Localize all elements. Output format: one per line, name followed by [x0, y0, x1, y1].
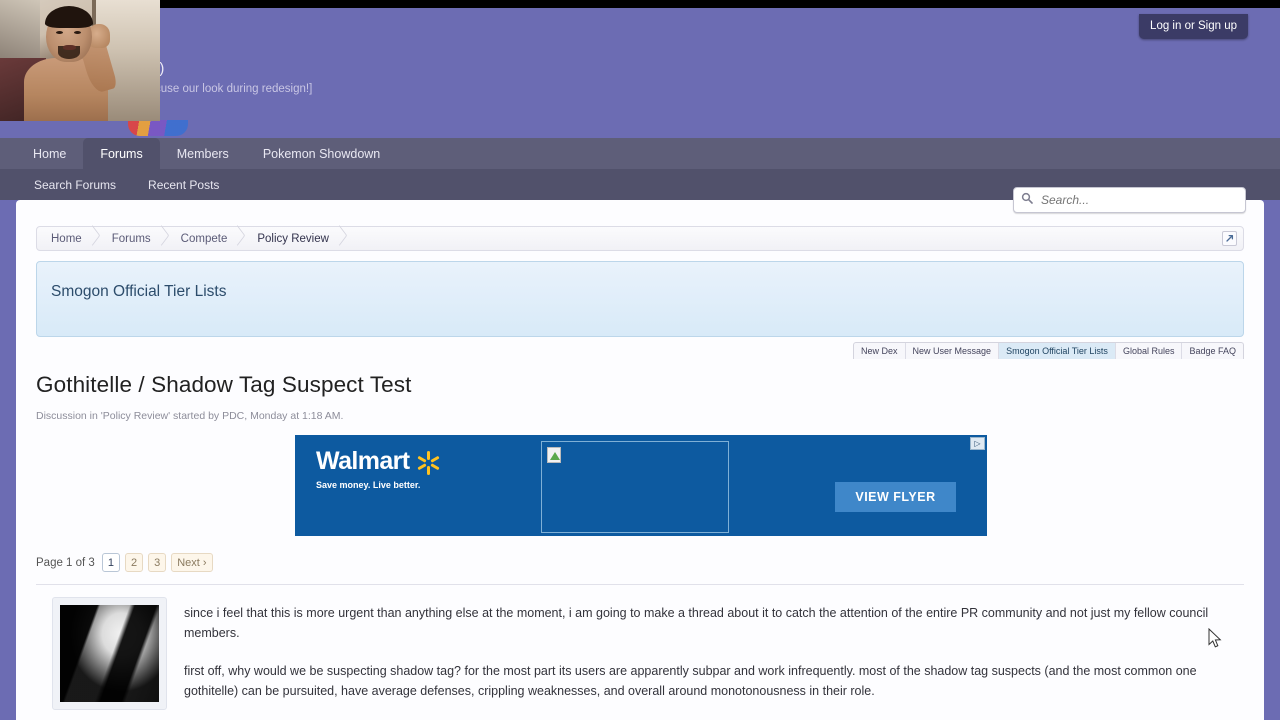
- avatar[interactable]: [52, 597, 167, 710]
- post-divider: [36, 584, 1244, 585]
- pagination-label: Page 1 of 3: [36, 556, 95, 569]
- breadcrumb-item-home[interactable]: Home: [37, 227, 98, 250]
- pagination-next-button[interactable]: Next ›: [171, 553, 213, 572]
- notice-title: Smogon Official Tier Lists: [51, 283, 227, 300]
- pagination: Page 1 of 3 1 2 3 Next ›: [36, 553, 218, 572]
- notice-tab-new-dex[interactable]: New Dex: [854, 343, 906, 359]
- subnav-item-search-forums[interactable]: Search Forums: [16, 178, 130, 192]
- post-paragraph-1: since i feel that this is more urgent th…: [184, 606, 1209, 640]
- breadcrumb-item-policy-review[interactable]: Policy Review: [243, 227, 345, 250]
- webcam-ceiling: [0, 0, 40, 60]
- main-navigation-bar: Home Forums Members Pokemon Showdown: [0, 138, 1280, 169]
- ad-choices-icon[interactable]: ▷: [970, 437, 985, 450]
- advertisement-banner[interactable]: Walmart Save money. Live better. VIEW FL…: [295, 435, 987, 536]
- notice-tab-strip: New Dex New User Message Smogon Official…: [853, 342, 1244, 359]
- post-paragraph-2: first off, why would we be suspecting sh…: [184, 664, 1197, 698]
- post-message-body: since i feel that this is more urgent th…: [184, 603, 1244, 719]
- view-flyer-button[interactable]: VIEW FLYER: [835, 482, 956, 512]
- smogon-logo[interactable]: [128, 120, 188, 136]
- notice-tab-global-rules[interactable]: Global Rules: [1116, 343, 1183, 359]
- avatar-image: [60, 605, 159, 702]
- walmart-logo: Walmart: [316, 449, 442, 476]
- nav-tab-forums[interactable]: Forums: [83, 138, 160, 169]
- pagination-page-1[interactable]: 1: [101, 553, 120, 572]
- pagination-page-3[interactable]: 3: [148, 553, 167, 572]
- notice-tab-smogon-official-tier-lists[interactable]: Smogon Official Tier Lists: [999, 343, 1116, 359]
- page-content-area: Home Forums Compete Policy Review Smogon…: [16, 200, 1264, 720]
- subnav-item-recent-posts[interactable]: Recent Posts: [130, 178, 233, 192]
- header-sub-slogan: cuse our look during redesign!]: [155, 83, 313, 95]
- sub-navigation-items: Search Forums Recent Posts: [16, 169, 233, 200]
- screen-root: :) cuse our look during redesign!] Log i…: [0, 0, 1280, 720]
- search-input[interactable]: [1039, 192, 1238, 208]
- notice-tab-new-user-message[interactable]: New User Message: [906, 343, 1000, 359]
- broken-image-icon: [547, 447, 561, 463]
- webcam-person-mouth: [63, 45, 76, 50]
- webcam-person-eye-left: [56, 31, 63, 34]
- nav-tab-members[interactable]: Members: [159, 138, 246, 169]
- ad-image-placeholder: [541, 441, 729, 533]
- webcam-person-eye-right: [74, 31, 81, 34]
- search-box[interactable]: [1013, 187, 1246, 213]
- login-signup-button[interactable]: Log in or Sign up: [1139, 14, 1248, 39]
- walmart-wordmark: Walmart: [316, 447, 410, 475]
- breadcrumb-item-forums[interactable]: Forums: [98, 227, 167, 250]
- main-navigation-tabs: Home Forums Members Pokemon Showdown: [16, 138, 398, 169]
- breadcrumb: Home Forums Compete Policy Review: [36, 226, 1244, 251]
- site-header: :) cuse our look during redesign!] Log i…: [0, 8, 1280, 138]
- webcam-overlay: [0, 0, 160, 121]
- external-link-icon[interactable]: [1222, 231, 1237, 246]
- notice-banner: Smogon Official Tier Lists: [36, 261, 1244, 337]
- nav-tab-home[interactable]: Home: [16, 138, 84, 169]
- walmart-tagline: Save money. Live better.: [316, 480, 421, 490]
- walmart-spark-icon: [416, 450, 442, 476]
- thread-title: Gothitelle / Shadow Tag Suspect Test: [36, 372, 412, 397]
- pagination-page-2[interactable]: 2: [124, 553, 144, 572]
- notice-tab-badge-faq[interactable]: Badge FAQ: [1182, 343, 1243, 359]
- breadcrumb-item-compete[interactable]: Compete: [167, 227, 244, 250]
- search-icon: [1021, 191, 1033, 209]
- letterbox-top-strip-right: [160, 0, 1280, 8]
- post-item: since i feel that this is more urgent th…: [36, 591, 1244, 720]
- thread-meta: Discussion in 'Policy Review' started by…: [36, 410, 344, 422]
- nav-tab-pokemon-showdown[interactable]: Pokemon Showdown: [245, 138, 398, 169]
